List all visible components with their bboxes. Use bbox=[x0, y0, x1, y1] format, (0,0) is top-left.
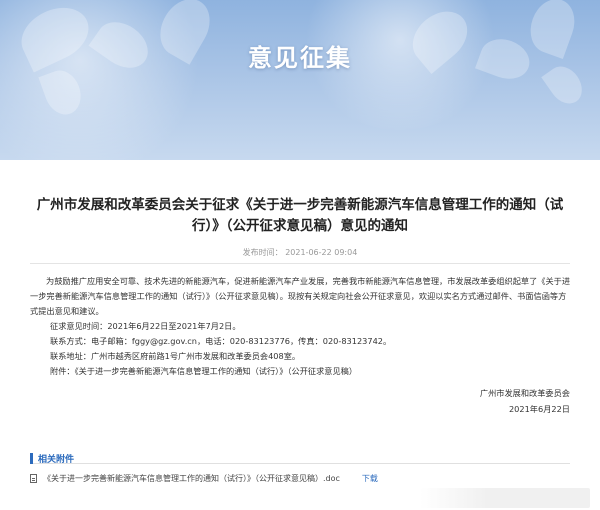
article-paragraph: 为鼓励推广应用安全可靠、技术先进的新能源汽车，促进新能源汽车产业发展，完善我市新… bbox=[30, 276, 571, 316]
article-title: 广州市发展和改革委员会关于征求《关于进一步完善新能源汽车信息管理工作的通知（试行… bbox=[36, 197, 564, 234]
watermark bbox=[420, 488, 590, 508]
signature-org: 广州市发展和改革委员会 bbox=[479, 388, 570, 398]
divider bbox=[30, 263, 570, 264]
attachments-title: 相关附件 bbox=[38, 455, 75, 465]
attachment-item: 《关于进一步完善新能源汽车信息管理工作的通知（试行）》（公开征求意见稿）.doc… bbox=[30, 473, 570, 484]
signature: 广州市发展和改革委员会 2021年6月22日 bbox=[30, 385, 570, 417]
contact-address: 联系地址：广州市越秀区府前路1号广州市发展和改革委员会408室。 bbox=[50, 351, 301, 361]
banner-title: 意见征集 bbox=[248, 44, 352, 72]
attachment-filename[interactable]: 《关于进一步完善新能源汽车信息管理工作的通知（试行）》（公开征求意见稿）.doc bbox=[43, 473, 340, 484]
contact-info: 联系方式：电子邮箱：fggy@gz.gov.cn，电话：020-83123776… bbox=[50, 336, 392, 346]
signature-date: 2021年6月22日 bbox=[508, 404, 570, 414]
header-accent-bar bbox=[30, 453, 33, 464]
publish-time: 发布时间： 2021-06-22 09:04 bbox=[242, 248, 358, 257]
article: 广州市发展和改革委员会关于征求《关于进一步完善新能源汽车信息管理工作的通知（试行… bbox=[30, 195, 570, 417]
article-body: 为鼓励推广应用安全可靠、技术先进的新能源汽车，促进新能源汽车产业发展，完善我市新… bbox=[30, 274, 570, 379]
page-banner: 意见征集 bbox=[0, 0, 600, 160]
consultation-period: 征求意见时间：2021年6月22日至2021年7月2日。 bbox=[50, 321, 241, 331]
attachment-line: 附件：《关于进一步完善新能源汽车信息管理工作的通知（试行）》（公开征求意见稿） bbox=[50, 366, 358, 376]
attachments-header: 相关附件 bbox=[30, 448, 570, 465]
document-icon bbox=[30, 474, 37, 483]
download-link[interactable]: 下载 bbox=[362, 473, 378, 484]
